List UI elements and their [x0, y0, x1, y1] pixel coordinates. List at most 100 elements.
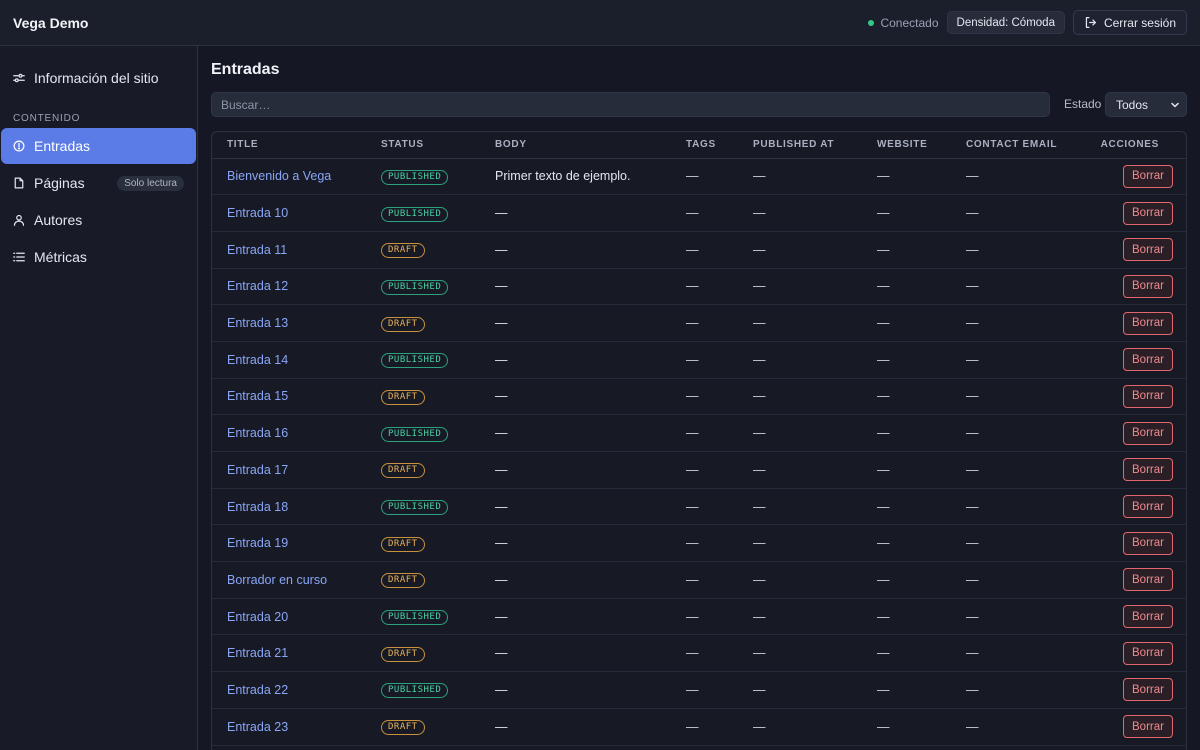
- row-tags-cell: —: [686, 634, 753, 673]
- row-title-link[interactable]: Entrada 15: [227, 389, 288, 403]
- row-contact-email-cell: —: [966, 194, 1084, 232]
- row-status-cell: PUBLISHED: [381, 488, 495, 526]
- row-title-link[interactable]: Bienvenido a Vega: [227, 169, 331, 183]
- row-tags-cell: —: [686, 378, 753, 416]
- row-title-link[interactable]: Entrada 18: [227, 500, 288, 514]
- row-tags-cell: —: [686, 708, 753, 746]
- row-title-link[interactable]: Entrada 16: [227, 426, 288, 440]
- table-row[interactable]: Entrada 10 PUBLISHED — — — — — Borrar: [212, 194, 1186, 232]
- row-title-link[interactable]: Entrada 11: [227, 243, 287, 257]
- row-title-link[interactable]: Borrador en curso: [227, 573, 327, 587]
- table-row[interactable]: Entrada 13 DRAFT — — — — — Borrar: [212, 304, 1186, 342]
- column-header-contact-email[interactable]: CONTACT EMAIL: [966, 132, 1084, 159]
- delete-button[interactable]: Borrar: [1123, 348, 1173, 372]
- row-tags-cell: —: [686, 524, 753, 563]
- row-tags-cell: —: [686, 488, 753, 526]
- sidebar-item-entradas[interactable]: Entradas: [1, 128, 196, 164]
- table-row[interactable]: Entrada 15 DRAFT — — — — — Borrar: [212, 378, 1186, 416]
- row-title-link[interactable]: Entrada 19: [227, 536, 288, 550]
- column-header-published-at[interactable]: PUBLISHED AT: [753, 132, 877, 159]
- delete-button[interactable]: Borrar: [1123, 164, 1173, 188]
- table-row[interactable]: Entrada 19 DRAFT — — — — — Borrar: [212, 524, 1186, 563]
- table-row[interactable]: Borrador en curso DRAFT — — — — — Borrar: [212, 561, 1186, 599]
- status-filter-label: Estado: [1064, 97, 1102, 111]
- table-row[interactable]: Entrada 22 PUBLISHED — — — — — Borrar: [212, 671, 1186, 709]
- table-row[interactable]: Entrada 23 DRAFT — — — — — Borrar: [212, 708, 1186, 746]
- row-actions-cell: Borrar: [1084, 488, 1186, 526]
- status-filter-select[interactable]: Todos: [1105, 92, 1187, 117]
- delete-button[interactable]: Borrar: [1123, 715, 1173, 739]
- table-row[interactable]: Entrada 20 PUBLISHED — — — — — Borrar: [212, 598, 1186, 636]
- row-title-cell: Entrada 12: [212, 268, 381, 306]
- row-actions-cell: Borrar: [1084, 268, 1186, 306]
- logout-button[interactable]: Cerrar sesión: [1072, 10, 1187, 35]
- row-website-cell: —: [877, 414, 966, 452]
- row-title-link[interactable]: Entrada 20: [227, 610, 288, 624]
- row-published-at-cell: —: [753, 451, 877, 489]
- delete-button[interactable]: Borrar: [1123, 421, 1173, 445]
- column-header-title[interactable]: TITLE: [212, 132, 381, 159]
- delete-button[interactable]: Borrar: [1123, 384, 1173, 408]
- connection-status-label: Conectado: [880, 15, 939, 30]
- status-badge: PUBLISHED: [381, 610, 449, 626]
- row-published-at-cell: —: [753, 194, 877, 232]
- row-status-cell: PUBLISHED: [381, 268, 495, 306]
- search-input[interactable]: [211, 92, 1050, 117]
- table-row[interactable]: Entrada 21 DRAFT — — — — — Borrar: [212, 634, 1186, 673]
- row-title-link[interactable]: Entrada 12: [227, 279, 288, 293]
- status-badge: PUBLISHED: [381, 353, 449, 369]
- table-row[interactable]: Entrada 11 DRAFT — — — — — Borrar: [212, 231, 1186, 269]
- delete-button[interactable]: Borrar: [1123, 641, 1173, 665]
- column-header-website[interactable]: WEBSITE: [877, 132, 966, 159]
- row-contact-email-cell: —: [966, 414, 1084, 452]
- delete-button[interactable]: Borrar: [1123, 605, 1173, 629]
- sidebar-item-paginas[interactable]: Páginas Solo lectura: [1, 165, 196, 201]
- row-body-cell: —: [495, 524, 686, 563]
- column-header-body[interactable]: BODY: [495, 132, 686, 159]
- row-body-cell: —: [495, 378, 686, 416]
- row-published-at-cell: —: [753, 341, 877, 379]
- table-row[interactable]: Bienvenido a Vega PUBLISHED Primer texto d…: [212, 158, 1186, 196]
- column-header-tags[interactable]: TAGS: [686, 132, 753, 159]
- row-title-link[interactable]: Entrada 22: [227, 683, 288, 697]
- row-body-cell: —: [495, 598, 686, 636]
- row-title-link[interactable]: Entrada 10: [227, 206, 288, 220]
- sidebar-item-autores[interactable]: Autores: [1, 202, 196, 238]
- row-title-cell: Bienvenido a Vega: [212, 158, 381, 196]
- row-title-link[interactable]: Entrada 23: [227, 720, 288, 734]
- row-actions-cell: Borrar: [1084, 341, 1186, 379]
- density-button[interactable]: Densidad: Cómoda: [946, 11, 1065, 34]
- row-tags-cell: —: [686, 304, 753, 342]
- row-body-cell: —: [495, 488, 686, 526]
- row-title-link[interactable]: Entrada 21: [227, 646, 288, 660]
- table-row[interactable]: Entrada 12 PUBLISHED — — — — — Borrar: [212, 268, 1186, 306]
- table-row[interactable]: Entrada 14 PUBLISHED — — — — — Borrar: [212, 341, 1186, 379]
- row-published-at-cell: —: [753, 231, 877, 269]
- sidebar-item-site-info[interactable]: Información del sitio: [1, 60, 196, 96]
- row-title-link[interactable]: Entrada 14: [227, 353, 288, 367]
- row-website-cell: —: [877, 598, 966, 636]
- delete-button[interactable]: Borrar: [1123, 274, 1173, 298]
- row-title-link[interactable]: Entrada 17: [227, 463, 288, 477]
- row-website-cell: —: [877, 158, 966, 196]
- sidebar-item-metricas[interactable]: Métricas: [1, 239, 196, 275]
- delete-button[interactable]: Borrar: [1123, 531, 1173, 555]
- table-row[interactable]: Entrada 17 DRAFT — — — — — Borrar: [212, 451, 1186, 489]
- delete-button[interactable]: Borrar: [1123, 568, 1173, 592]
- delete-button[interactable]: Borrar: [1123, 458, 1173, 482]
- table-row[interactable]: Entrada 18 PUBLISHED — — — — — Borrar: [212, 488, 1186, 526]
- row-contact-email-cell: —: [966, 561, 1084, 599]
- table-row[interactable]: Entrada 16 PUBLISHED — — — — — Borrar: [212, 414, 1186, 452]
- row-title-link[interactable]: Entrada 13: [227, 316, 288, 330]
- logout-icon: [1084, 16, 1097, 29]
- table-header-row: TITLE STATUS BODY TAGS PUBLISHED AT WEBS…: [212, 132, 1186, 159]
- delete-button[interactable]: Borrar: [1123, 311, 1173, 335]
- column-header-status[interactable]: STATUS: [381, 132, 495, 159]
- row-contact-email-cell: —: [966, 488, 1084, 526]
- delete-button[interactable]: Borrar: [1123, 495, 1173, 519]
- row-website-cell: —: [877, 634, 966, 673]
- delete-button[interactable]: Borrar: [1123, 678, 1173, 702]
- delete-button[interactable]: Borrar: [1123, 201, 1173, 225]
- delete-button[interactable]: Borrar: [1123, 238, 1173, 262]
- row-title-cell: Entrada 17: [212, 451, 381, 489]
